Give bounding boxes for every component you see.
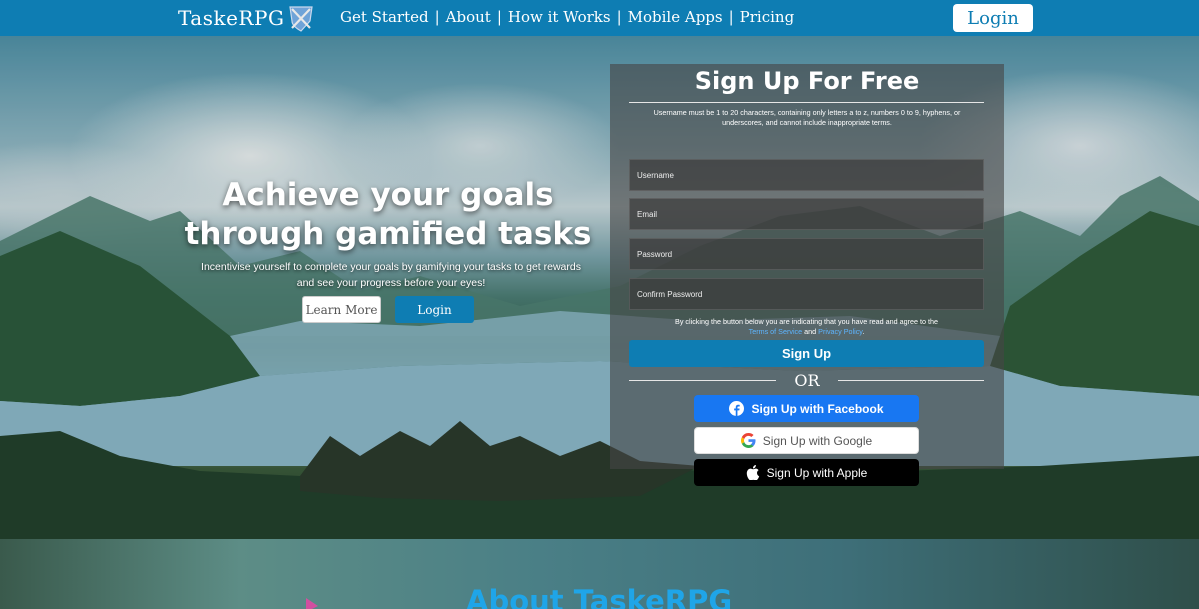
or-label: OR <box>794 371 820 390</box>
nav-get-started[interactable]: Get Started <box>340 8 429 26</box>
hero-overlay <box>0 36 1199 539</box>
facebook-label: Sign Up with Facebook <box>751 401 884 416</box>
nav-mobile-apps[interactable]: Mobile Apps <box>628 8 723 26</box>
signup-facebook-button[interactable]: Sign Up with Facebook <box>694 395 919 422</box>
username-field[interactable] <box>629 159 984 191</box>
about-decoration-icon <box>306 598 318 609</box>
hero-subheadline: Incentivise yourself to complete your go… <box>201 261 581 289</box>
signup-panel: Sign Up For Free Username must be 1 to 2… <box>610 64 1004 486</box>
google-icon <box>740 433 756 448</box>
email-field[interactable] <box>629 198 984 230</box>
or-divider-right <box>838 380 984 381</box>
terms-notice: By clicking the button below you are ind… <box>629 317 984 336</box>
nav-separator: | <box>496 8 502 26</box>
password-field[interactable] <box>629 238 984 270</box>
signup-divider <box>629 102 984 103</box>
signup-submit-button[interactable]: Sign Up <box>629 340 984 367</box>
terms-prefix: By clicking the button below you are ind… <box>675 317 938 326</box>
apple-label: Sign Up with Apple <box>766 465 868 480</box>
nav-pricing[interactable]: Pricing <box>740 8 795 26</box>
learn-more-button[interactable]: Learn More <box>302 296 381 323</box>
confirm-password-field[interactable] <box>629 278 984 310</box>
brand-name: TaskeRPG <box>178 6 285 30</box>
hero-section: Achieve your goals through gamified task… <box>0 36 1199 539</box>
terms-and: and <box>804 326 817 336</box>
or-divider-left <box>629 380 776 381</box>
about-title: About TaskeRPG <box>466 584 733 609</box>
terms-suffix: . <box>862 326 865 336</box>
nav-separator: | <box>434 8 440 26</box>
hero-login-button[interactable]: Login <box>395 296 474 323</box>
header-login-button[interactable]: Login <box>953 4 1033 32</box>
privacy-policy-link[interactable]: Privacy Policy <box>818 327 862 336</box>
signup-google-button[interactable]: Sign Up with Google <box>694 427 919 454</box>
nav-separator: | <box>616 8 622 26</box>
main-nav: Get Started | About | How it Works | Mob… <box>340 8 794 26</box>
hero-headline: Achieve your goals through gamified task… <box>184 177 592 252</box>
nav-separator: | <box>728 8 734 26</box>
terms-of-service-link[interactable]: Terms of Service <box>749 327 803 336</box>
nav-about[interactable]: About <box>446 8 491 26</box>
signup-title: Sign Up For Free <box>694 67 920 95</box>
signup-apple-button[interactable]: Sign Up with Apple <box>694 459 919 486</box>
brand-shield-icon <box>289 6 314 32</box>
username-hint: Username must be 1 to 20 characters, con… <box>653 108 961 127</box>
nav-how-it-works[interactable]: How it Works <box>508 8 611 26</box>
facebook-icon <box>729 401 745 416</box>
about-section: About TaskeRPG <box>0 539 1199 609</box>
apple-icon <box>746 465 759 480</box>
top-navbar: TaskeRPG Get Started | About | How it Wo… <box>0 0 1199 36</box>
brand[interactable]: TaskeRPG <box>178 5 316 32</box>
google-label: Sign Up with Google <box>762 433 873 448</box>
